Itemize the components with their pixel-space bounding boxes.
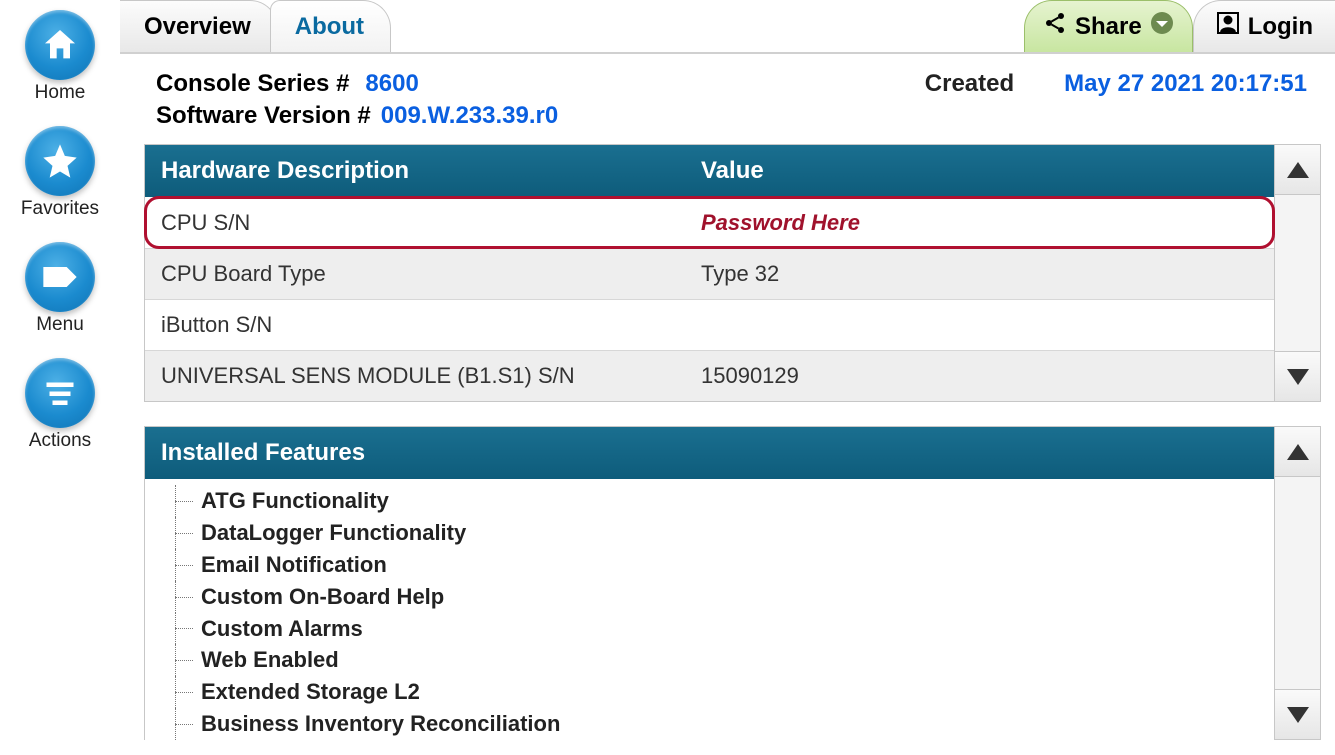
- page-header: Console Series # 8600 Software Version #…: [120, 54, 1335, 136]
- hardware-table: Hardware Description Value CPU S/N Passw…: [144, 144, 1275, 402]
- list-item: Extended Storage L2: [175, 676, 1260, 708]
- scroll-up-button[interactable]: [1275, 145, 1320, 195]
- sidebar-item-actions[interactable]: Actions: [25, 358, 95, 452]
- login-label: Login: [1248, 13, 1313, 41]
- tab-about[interactable]: About: [270, 0, 391, 52]
- triangle-up-icon: [1287, 444, 1309, 460]
- cell-value: Password Here: [685, 198, 1274, 248]
- scroll-track[interactable]: [1275, 477, 1320, 689]
- features-box: Installed Features ATG Functionality Dat…: [144, 426, 1275, 740]
- created-value: May 27 2021 20:17:51: [1064, 70, 1307, 98]
- share-icon: [1043, 11, 1067, 42]
- features-scrollbar: [1275, 426, 1321, 740]
- scroll-track[interactable]: [1275, 195, 1320, 351]
- list-item: DataLogger Functionality: [175, 517, 1260, 549]
- features-header: Installed Features: [145, 427, 1274, 479]
- features-header-label: Installed Features: [145, 427, 1274, 479]
- tab-label: About: [295, 13, 364, 41]
- list-item: ATG Functionality: [175, 485, 1260, 517]
- console-series-label: Console Series #: [156, 70, 349, 98]
- star-icon: [25, 126, 95, 196]
- console-series-value: 8600: [365, 70, 418, 98]
- tab-label: Overview: [144, 13, 251, 41]
- features-panel: Installed Features ATG Functionality Dat…: [144, 426, 1321, 740]
- table-row[interactable]: CPU S/N Password Here: [145, 197, 1274, 248]
- cell-desc: UNIVERSAL SENS MODULE (B1.S1) S/N: [145, 351, 685, 401]
- sidebar-item-home[interactable]: Home: [25, 10, 95, 104]
- scroll-down-button[interactable]: [1275, 351, 1320, 401]
- tab-overview[interactable]: Overview: [120, 0, 278, 52]
- cell-desc: iButton S/N: [145, 300, 685, 350]
- software-version-value: 009.W.233.39.r0: [381, 102, 558, 130]
- table-row[interactable]: iButton S/N: [145, 299, 1274, 350]
- triangle-down-icon: [1287, 369, 1309, 385]
- cell-value: 15090129: [685, 351, 1274, 401]
- scroll-down-button[interactable]: [1275, 689, 1320, 739]
- created-label: Created: [925, 70, 1014, 98]
- triangle-down-icon: [1287, 707, 1309, 723]
- home-icon: [25, 10, 95, 80]
- cell-desc: CPU Board Type: [145, 249, 685, 299]
- hardware-scrollbar: [1275, 144, 1321, 402]
- triangle-up-icon: [1287, 162, 1309, 178]
- cell-desc: CPU S/N: [145, 198, 685, 248]
- share-label: Share: [1075, 13, 1142, 41]
- list-item: Business Inventory Reconciliation: [175, 708, 1260, 740]
- table-row[interactable]: CPU Board Type Type 32: [145, 248, 1274, 299]
- login-button[interactable]: Login: [1193, 0, 1335, 52]
- col-header-description: Hardware Description: [145, 145, 685, 197]
- software-version-label: Software Version #: [156, 102, 371, 130]
- scroll-up-button[interactable]: [1275, 427, 1320, 477]
- tab-bar: Overview About Share Login: [120, 0, 1335, 54]
- features-list: ATG Functionality DataLogger Functionali…: [145, 479, 1274, 740]
- list-item: Email Notification: [175, 549, 1260, 581]
- sidebar: Home Favorites Menu Actions: [0, 0, 120, 755]
- sidebar-item-label: Home: [35, 82, 86, 104]
- table-row[interactable]: UNIVERSAL SENS MODULE (B1.S1) S/N 150901…: [145, 350, 1274, 401]
- sidebar-item-menu[interactable]: Menu: [25, 242, 95, 336]
- sidebar-item-label: Menu: [36, 314, 84, 336]
- sidebar-item-label: Actions: [29, 430, 91, 452]
- hardware-panel: Hardware Description Value CPU S/N Passw…: [144, 144, 1321, 402]
- list-item: Custom On-Board Help: [175, 581, 1260, 613]
- tag-icon: [25, 242, 95, 312]
- col-header-value: Value: [685, 145, 1274, 197]
- hardware-table-header: Hardware Description Value: [145, 145, 1274, 197]
- list-item: Web Enabled: [175, 644, 1260, 676]
- person-icon: [1216, 11, 1240, 42]
- chevron-down-icon: [1150, 11, 1174, 42]
- list-icon: [25, 358, 95, 428]
- sidebar-item-favorites[interactable]: Favorites: [21, 126, 99, 220]
- share-button[interactable]: Share: [1024, 0, 1193, 52]
- cell-value: [685, 300, 1274, 350]
- cell-value: Type 32: [685, 249, 1274, 299]
- sidebar-item-label: Favorites: [21, 198, 99, 220]
- list-item: Custom Alarms: [175, 613, 1260, 645]
